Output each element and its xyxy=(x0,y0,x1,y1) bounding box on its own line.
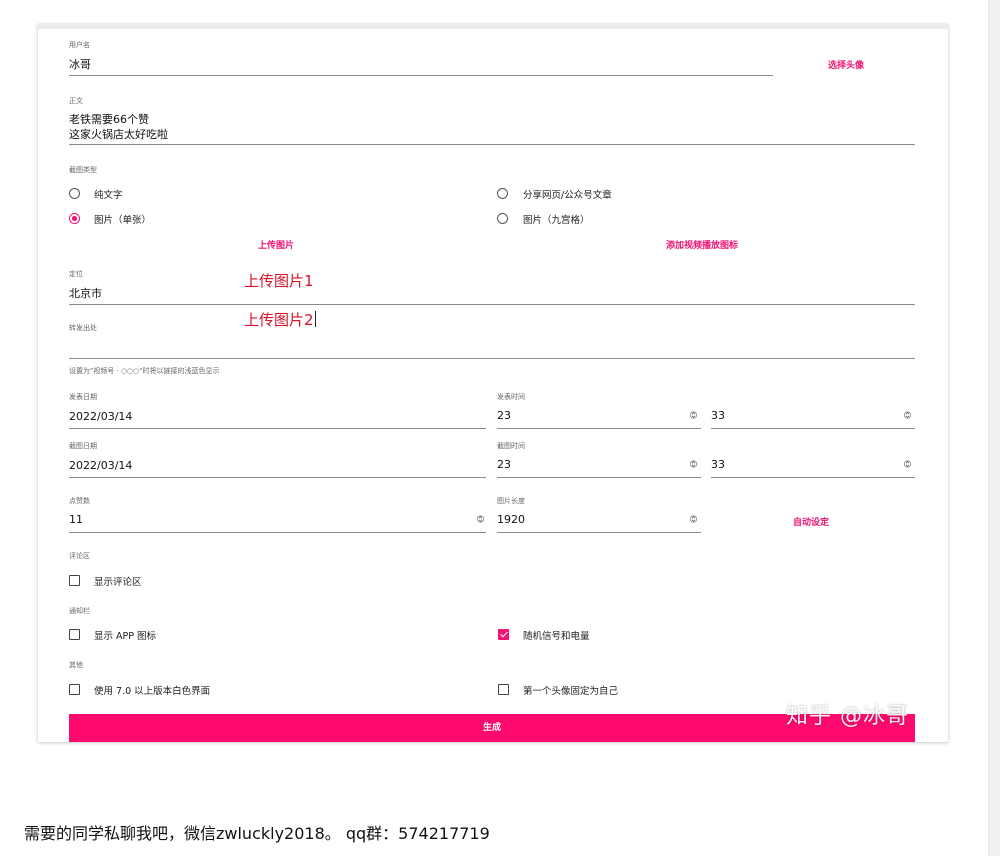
body-underline xyxy=(69,144,915,145)
option-nine-grid[interactable]: 图片（九宫格） xyxy=(523,212,590,226)
capture-time-label: 截图时间 xyxy=(497,442,525,450)
likes-underline xyxy=(69,532,486,533)
random-signal-checkbox-label[interactable]: 随机信号和电量 xyxy=(523,628,590,642)
post-date-underline xyxy=(69,428,486,429)
notification-bar-label: 通知栏 xyxy=(69,607,90,615)
white-ui-checkbox-label[interactable]: 使用 7.0 以上版本白色界面 xyxy=(94,683,210,697)
capture-minute-input[interactable]: 33 xyxy=(711,458,725,471)
show-comments-checkbox-label[interactable]: 显示评论区 xyxy=(94,574,142,588)
repost-source-underline xyxy=(69,358,915,359)
post-minute-input[interactable]: 33 xyxy=(711,409,725,422)
capture-hour-underline xyxy=(497,477,701,478)
form-card: 用户名 冰哥 选择头像 正文 老铁需要66个赞 这家火锅店太好吃啦 截图类型 纯… xyxy=(38,24,948,742)
upload-image-2-text: 上传图片2 xyxy=(244,311,314,329)
spinner-arrows-icon[interactable] xyxy=(690,459,697,469)
radio-selected-icon[interactable] xyxy=(69,213,80,224)
repost-source-hint: 设置为"视频号 · ○○○"时将以链接的浅蓝色显示 xyxy=(69,367,220,375)
radio-icon[interactable] xyxy=(497,213,508,224)
first-avatar-self-checkbox-label[interactable]: 第一个头像固定为自己 xyxy=(523,683,618,697)
card-top-border xyxy=(38,24,948,29)
spinner-arrows-icon[interactable] xyxy=(690,410,697,420)
upload-image-button[interactable]: 上传图片 xyxy=(258,238,294,251)
spinner-arrows-icon[interactable] xyxy=(477,514,484,524)
spinner-arrows-icon[interactable] xyxy=(904,459,911,469)
upload-image-2-annotation: 上传图片2 xyxy=(240,307,320,332)
image-length-input[interactable]: 1920 xyxy=(497,513,525,526)
post-date-label: 发表日期 xyxy=(69,393,97,401)
checkbox-icon[interactable] xyxy=(69,575,80,586)
post-time-label: 发表时间 xyxy=(497,393,525,401)
other-section-label: 其他 xyxy=(69,661,83,669)
capture-date-label: 截图日期 xyxy=(69,442,97,450)
location-underline xyxy=(69,304,915,305)
spinner-arrows-icon[interactable] xyxy=(904,410,911,420)
add-video-icon-button[interactable]: 添加视频播放图标 xyxy=(666,238,738,251)
post-hour-input[interactable]: 23 xyxy=(497,409,511,422)
choose-avatar-button[interactable]: 选择头像 xyxy=(828,58,864,71)
spinner-arrows-icon[interactable] xyxy=(690,514,697,524)
page-scrollbar[interactable] xyxy=(988,0,1000,856)
image-length-underline xyxy=(497,532,701,533)
checkbox-icon[interactable] xyxy=(69,684,80,695)
body-line-2[interactable]: 这家火锅店太好吃啦 xyxy=(69,126,168,142)
body-line-1[interactable]: 老铁需要66个赞 xyxy=(69,111,149,127)
likes-input[interactable]: 11 xyxy=(69,513,83,526)
upload-image-1-annotation: 上传图片1 xyxy=(240,268,318,293)
post-minute-underline xyxy=(711,428,915,429)
capture-minute-underline xyxy=(711,477,915,478)
likes-label: 点赞数 xyxy=(69,497,90,505)
radio-icon[interactable] xyxy=(497,188,508,199)
show-app-icon-checkbox-label[interactable]: 显示 APP 图标 xyxy=(94,628,156,642)
screenshot-type-label: 截图类型 xyxy=(69,166,97,174)
post-hour-underline xyxy=(497,428,701,429)
username-input[interactable]: 冰哥 xyxy=(69,56,91,72)
capture-hour-input[interactable]: 23 xyxy=(497,458,511,471)
post-date-input[interactable]: 2022/03/14 xyxy=(69,410,132,423)
text-caret xyxy=(314,311,316,327)
upload-image-1-text: 上传图片1 xyxy=(244,272,314,290)
username-underline xyxy=(69,75,773,76)
comments-section-label: 评论区 xyxy=(69,552,90,560)
username-label: 用户名 xyxy=(69,41,90,49)
location-label: 定位 xyxy=(69,270,83,278)
image-length-label: 图片长度 xyxy=(497,497,525,505)
option-share-article[interactable]: 分享网页/公众号文章 xyxy=(523,187,612,201)
location-input[interactable]: 北京市 xyxy=(69,285,102,301)
capture-date-input[interactable]: 2022/03/14 xyxy=(69,459,132,472)
auto-set-button[interactable]: 自动设定 xyxy=(793,515,829,528)
body-label: 正文 xyxy=(69,97,83,105)
option-single-image[interactable]: 图片（单张） xyxy=(94,212,151,226)
radio-icon[interactable] xyxy=(69,188,80,199)
repost-source-label: 转发出处 xyxy=(69,324,97,332)
zhihu-watermark: 知乎 @冰哥 xyxy=(786,704,909,729)
checkbox-checked-icon[interactable] xyxy=(498,629,509,640)
checkbox-icon[interactable] xyxy=(498,684,509,695)
option-text-only[interactable]: 纯文字 xyxy=(94,187,123,201)
checkbox-icon[interactable] xyxy=(69,629,80,640)
capture-date-underline xyxy=(69,477,486,478)
footer-contact-text: 需要的同学私聊我吧，微信zwluckly2018。 qq群：574217719 xyxy=(24,824,490,843)
